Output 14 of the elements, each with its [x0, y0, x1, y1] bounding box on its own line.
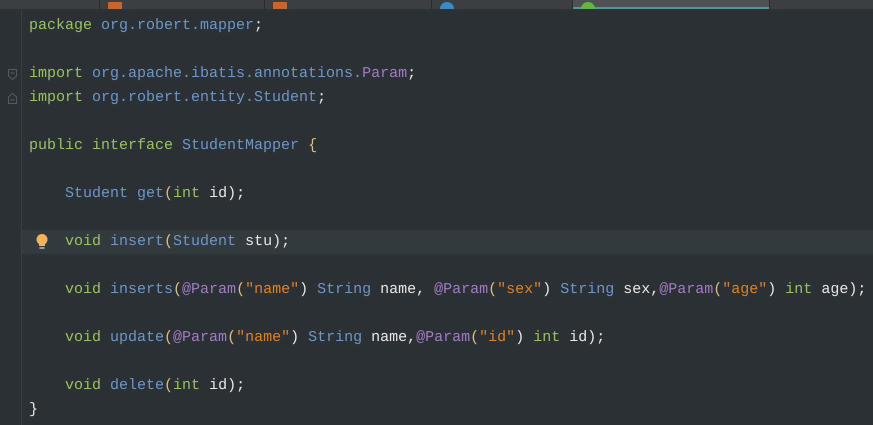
fold-icon[interactable]: [8, 69, 17, 80]
editor-tab[interactable]: [573, 0, 770, 9]
code-line: import org.robert.entity.Student;: [29, 88, 326, 108]
fold-icon[interactable]: [8, 93, 17, 104]
code-line: package org.robert.mapper;: [29, 16, 264, 36]
code-line: void insert(Student stu);: [65, 232, 290, 252]
code-line: import org.apache.ibatis.annotations.Param;: [29, 64, 416, 84]
code-line: public interface StudentMapper {: [29, 136, 318, 156]
lightbulb-icon[interactable]: [36, 234, 48, 250]
code-line: }: [29, 400, 38, 420]
code-line: void inserts(@Param("name") String name, @Param("sex") String sex,@Param("age") int age);: [65, 280, 866, 300]
code-line: void update(@Param("name") String name,@Param("id") int id);: [65, 328, 606, 348]
code-line: Student get(int id);: [65, 184, 246, 204]
code-line: void delete(int id);: [65, 376, 246, 396]
